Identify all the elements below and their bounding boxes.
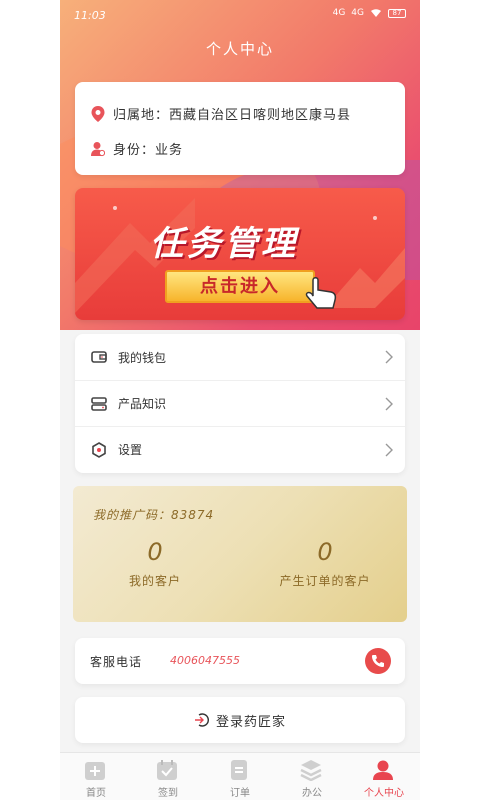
tab-checkin[interactable]: 签到 xyxy=(132,753,204,800)
tab-label: 个人中心 xyxy=(364,788,404,799)
ordering-customers-stat[interactable]: 0 产生订单的客户 xyxy=(255,538,395,589)
bottom-tab-bar: 首页 签到 订单 办公 个人中心 xyxy=(60,752,420,800)
menu-item-label: 我的钱包 xyxy=(118,350,167,365)
profile-screen: 11:03 4G 4G 87 个人中心 归属地：西藏自治区日喀则地区康马县 身份… xyxy=(60,0,420,800)
call-button[interactable] xyxy=(365,648,391,674)
tab-label: 订单 xyxy=(230,788,250,799)
tab-profile[interactable]: 个人中心 xyxy=(348,753,420,800)
wallet-icon xyxy=(91,351,107,363)
stat-value: 0 xyxy=(147,538,163,566)
tab-office[interactable]: 办公 xyxy=(276,753,348,800)
chevron-right-icon xyxy=(385,397,393,411)
stat-value: 0 xyxy=(317,538,333,566)
menu-item-product-knowledge[interactable]: 产品知识 xyxy=(75,380,405,426)
stat-label: 我的客户 xyxy=(128,574,181,588)
menu-item-wallet[interactable]: 我的钱包 xyxy=(75,334,405,380)
person-icon xyxy=(373,760,393,780)
menu-card: 我的钱包 产品知识 设置 xyxy=(75,334,405,473)
tab-home[interactable]: 首页 xyxy=(60,753,132,800)
enter-button[interactable]: 点击进入 xyxy=(165,270,315,303)
calendar-check-icon xyxy=(157,760,177,780)
signal-icon: 4G xyxy=(332,8,346,18)
tab-label: 首页 xyxy=(86,788,106,799)
tab-orders[interactable]: 订单 xyxy=(204,753,276,800)
phone-icon xyxy=(372,655,384,667)
login-icon xyxy=(194,713,209,727)
signal-icon: 4G xyxy=(351,8,364,18)
login-label: 登录药匠家 xyxy=(215,714,286,730)
tab-label: 办公 xyxy=(302,788,322,799)
battery-icon: 87 xyxy=(388,8,406,18)
gear-icon xyxy=(92,441,106,458)
menu-item-label: 产品知识 xyxy=(118,397,167,411)
chevron-right-icon xyxy=(385,350,393,364)
my-customers-stat[interactable]: 0 我的客户 xyxy=(85,538,225,589)
chevron-right-icon xyxy=(385,443,393,457)
page-title: 个人中心 xyxy=(205,40,274,58)
promotion-card: 我的推广码：83874 0 我的客户 0 产生订单的客户 xyxy=(73,486,407,622)
location-text: 归属地：西藏自治区日喀则地区康马县 xyxy=(113,108,352,123)
stat-label: 产生订单的客户 xyxy=(279,574,371,588)
service-phone-number: 4006047555 xyxy=(170,654,240,667)
status-time: 11:03 xyxy=(74,9,106,22)
status-icons: 4G 4G 87 xyxy=(333,8,406,18)
home-plus-icon xyxy=(85,762,105,780)
layers-icon xyxy=(300,760,322,781)
service-label: 客服电话 xyxy=(90,655,143,669)
status-bar: 11:03 4G 4G 87 xyxy=(60,0,420,32)
pointer-hand-icon xyxy=(305,277,337,309)
book-icon xyxy=(91,396,107,411)
menu-item-settings[interactable]: 设置 xyxy=(75,426,405,472)
tab-label: 签到 xyxy=(158,788,178,799)
location-row: 归属地：西藏自治区日喀则地区康马县 xyxy=(91,104,351,123)
banner-title: 任务管理 xyxy=(150,224,298,264)
role-row: 身份：业务 xyxy=(91,139,183,158)
profile-info-card: 归属地：西藏自治区日喀则地区康马县 身份：业务 xyxy=(75,82,405,175)
promotion-code: 我的推广码：83874 xyxy=(93,508,215,522)
user-badge-icon xyxy=(91,141,105,156)
location-pin-icon xyxy=(91,105,105,122)
customer-service-row[interactable]: 客服电话 4006047555 xyxy=(75,638,405,684)
login-button[interactable]: 登录药匠家 xyxy=(75,697,405,743)
wifi-icon xyxy=(371,9,381,17)
task-management-banner[interactable]: 任务管理 点击进入 xyxy=(75,188,405,320)
order-icon xyxy=(231,760,247,780)
menu-item-label: 设置 xyxy=(118,443,143,457)
role-text: 身份：业务 xyxy=(113,143,184,158)
